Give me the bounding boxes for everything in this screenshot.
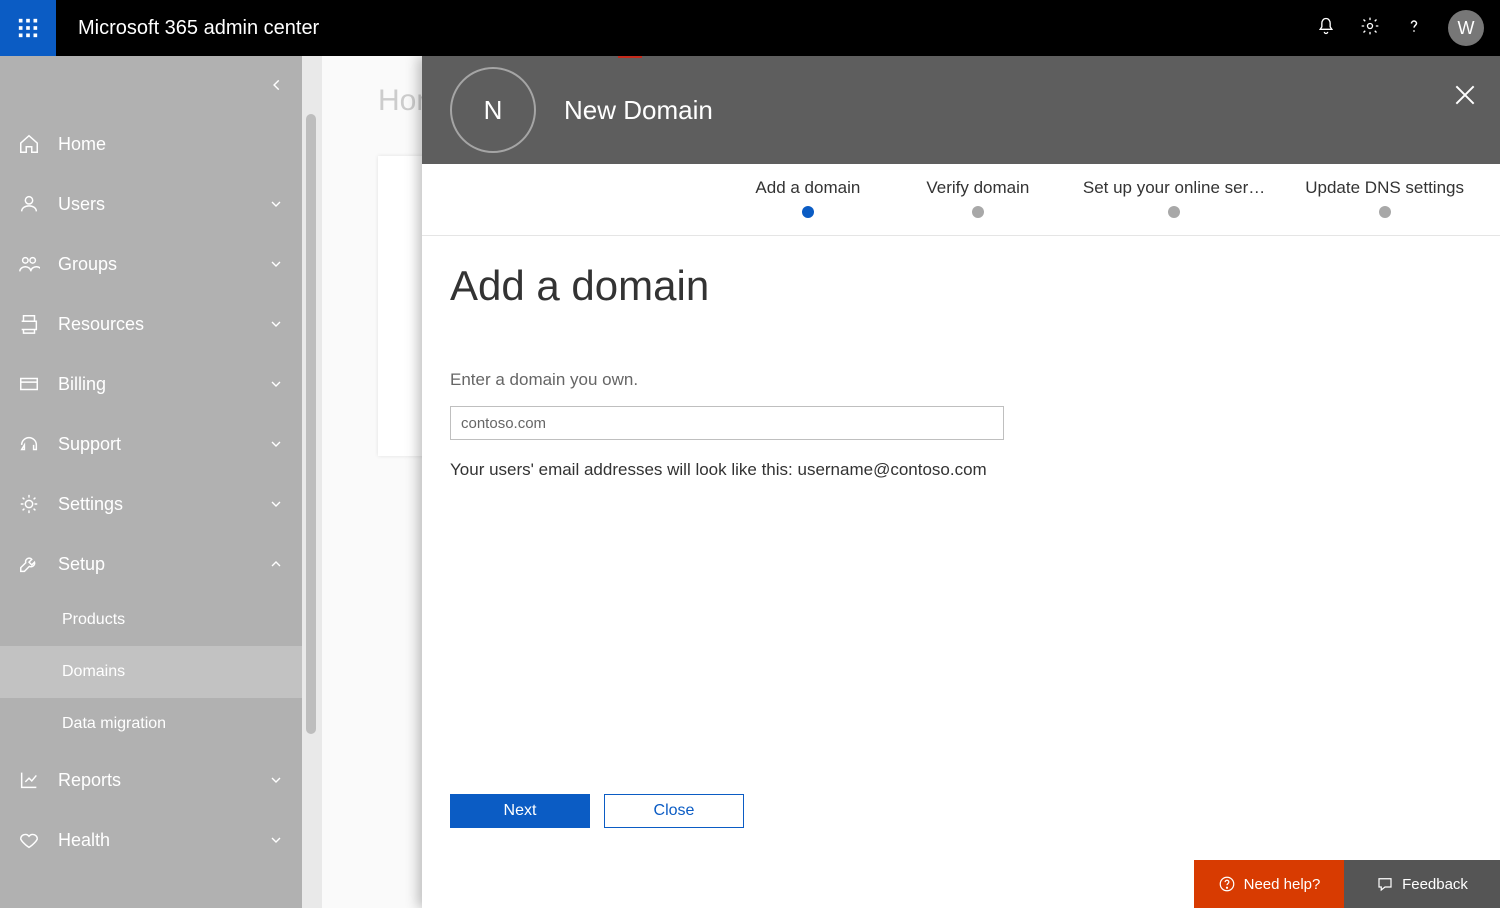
new-domain-panel: N New Domain Add a domain Verify domain Se… xyxy=(422,56,1500,908)
card-icon xyxy=(18,373,40,395)
nav-item-label: Setup xyxy=(58,554,268,575)
bell-icon xyxy=(1316,16,1336,36)
nav-item-label: Settings xyxy=(58,494,268,515)
panel-footer: Next Close xyxy=(450,794,744,828)
chevron-down-icon xyxy=(268,376,284,392)
chevron-up-icon xyxy=(268,556,284,572)
help-bar: Need help? Feedback xyxy=(1194,860,1500,908)
nav-item-setup[interactable]: Setup xyxy=(0,534,302,594)
next-button[interactable]: Next xyxy=(450,794,590,828)
need-help-label: Need help? xyxy=(1244,876,1321,893)
wizard-step[interactable]: Verify domain xyxy=(913,178,1043,218)
close-icon xyxy=(1452,82,1478,108)
heart-icon xyxy=(18,829,40,851)
need-help-button[interactable]: Need help? xyxy=(1194,860,1344,908)
nav-item-label: Support xyxy=(58,434,268,455)
wizard-step-label: Set up your online ser… xyxy=(1083,178,1265,198)
nav-item-label: Home xyxy=(58,134,284,155)
nav-scrollbar-thumb[interactable] xyxy=(306,114,316,734)
suite-bar: Microsoft 365 admin center W xyxy=(0,0,1500,56)
wizard-step[interactable]: Add a domain xyxy=(743,178,873,218)
waffle-icon xyxy=(17,17,39,39)
nav-item-settings[interactable]: Settings xyxy=(0,474,302,534)
suite-title: Microsoft 365 admin center xyxy=(78,17,319,40)
chevron-down-icon xyxy=(268,496,284,512)
gear-icon xyxy=(1360,16,1380,36)
nav-item-label: Billing xyxy=(58,374,268,395)
chevron-down-icon xyxy=(268,316,284,332)
wizard-step-dot xyxy=(1168,206,1180,218)
wizard-step[interactable]: Update DNS settings xyxy=(1305,178,1464,218)
nav-item-label: Users xyxy=(58,194,268,215)
account-avatar[interactable]: W xyxy=(1448,10,1484,46)
wizard-steps: Add a domain Verify domain Set up your onl… xyxy=(422,164,1500,236)
domain-field-label: Enter a domain you own. xyxy=(450,370,1472,390)
panel-header: N New Domain xyxy=(422,56,1500,164)
left-nav: Home Users Groups Resources Billing Support Se… xyxy=(0,56,302,908)
feedback-button[interactable]: Feedback xyxy=(1344,860,1500,908)
wizard-step-label: Verify domain xyxy=(913,178,1043,198)
headset-icon xyxy=(18,433,40,455)
panel-title: New Domain xyxy=(564,95,713,126)
chart-icon xyxy=(18,769,40,791)
nav-item-health[interactable]: Health xyxy=(0,810,302,870)
chevron-down-icon xyxy=(268,436,284,452)
nav-subitem-data-migration[interactable]: Data migration xyxy=(0,698,302,750)
notifications-button[interactable] xyxy=(1316,16,1336,40)
nav-item-reports[interactable]: Reports xyxy=(0,750,302,810)
wrench-icon xyxy=(18,553,40,575)
nav-item-groups[interactable]: Groups xyxy=(0,234,302,294)
help-button[interactable] xyxy=(1404,16,1424,40)
nav-item-label: Resources xyxy=(58,314,268,335)
chevron-down-icon xyxy=(268,196,284,212)
page-heading: Add a domain xyxy=(450,262,1472,310)
marker xyxy=(618,56,642,58)
wizard-step-label: Add a domain xyxy=(743,178,873,198)
chevron-down-icon xyxy=(268,832,284,848)
domain-helper-text: Your users' email addresses will look li… xyxy=(450,460,1472,480)
nav-subitem-domains[interactable]: Domains xyxy=(0,646,302,698)
close-button[interactable]: Close xyxy=(604,794,744,828)
nav-item-label: Groups xyxy=(58,254,268,275)
chevron-down-icon xyxy=(268,772,284,788)
home-icon xyxy=(18,133,40,155)
wizard-step-dot xyxy=(972,206,984,218)
question-icon xyxy=(1404,16,1424,36)
nav-item-users[interactable]: Users xyxy=(0,174,302,234)
wizard-step-dot xyxy=(802,206,814,218)
panel-avatar-circle: N xyxy=(450,67,536,153)
nav-item-home[interactable]: Home xyxy=(0,114,302,174)
nav-subitem-products[interactable]: Products xyxy=(0,594,302,646)
wizard-step-label: Update DNS settings xyxy=(1305,178,1464,198)
wizard-step-dot xyxy=(1379,206,1391,218)
gear-icon xyxy=(18,493,40,515)
nav-item-billing[interactable]: Billing xyxy=(0,354,302,414)
nav-item-resources[interactable]: Resources xyxy=(0,294,302,354)
chevron-left-icon xyxy=(270,78,284,92)
nav-item-support[interactable]: Support xyxy=(0,414,302,474)
behind-card xyxy=(378,156,428,456)
speech-bubble-icon xyxy=(1376,875,1394,893)
printer-icon xyxy=(18,313,40,335)
nav-item-label: Health xyxy=(58,830,268,851)
settings-button[interactable] xyxy=(1360,16,1380,40)
panel-close-button[interactable] xyxy=(1452,82,1478,112)
app-launcher-button[interactable] xyxy=(0,0,56,56)
chevron-down-icon xyxy=(268,256,284,272)
domain-input[interactable] xyxy=(450,406,1004,440)
user-icon xyxy=(18,193,40,215)
question-circle-icon xyxy=(1218,875,1236,893)
nav-item-label: Reports xyxy=(58,770,268,791)
group-icon xyxy=(18,253,40,275)
nav-collapse-button[interactable] xyxy=(0,56,302,114)
feedback-label: Feedback xyxy=(1402,876,1468,893)
nav-scrollbar-track[interactable] xyxy=(302,56,322,908)
wizard-step[interactable]: Set up your online ser… xyxy=(1083,178,1265,218)
